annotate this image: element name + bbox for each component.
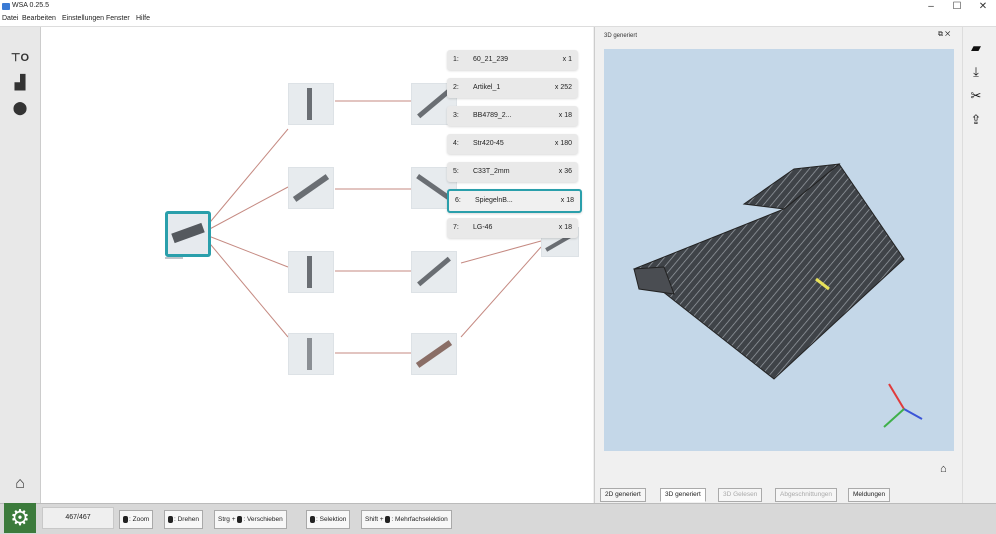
app-icon: [2, 3, 10, 10]
article-count: x 252: [554, 84, 572, 91]
article-row[interactable]: 1: 60_21_239 x 1: [447, 50, 578, 70]
hint-drehen: : Drehen: [164, 510, 203, 529]
article-name: Artikel_1: [473, 84, 501, 91]
article-count: x 180: [554, 140, 572, 147]
download-icon[interactable]: ⤓: [966, 64, 986, 82]
hint-selektion-text: : Selektion: [316, 516, 347, 523]
article-index: 1:: [453, 56, 459, 63]
hint-selektion: : Selektion: [306, 510, 351, 529]
hint-verschieben-text: : Verschieben: [243, 516, 283, 523]
app-title: WSA 0.25.5: [12, 2, 49, 9]
3d-viewport[interactable]: [604, 49, 954, 451]
viewport-home-icon[interactable]: ⌂: [940, 463, 947, 475]
article-name: BB4789_2...: [473, 112, 512, 119]
article-name: SpiegelnB...: [475, 197, 513, 204]
hint-verschieben: Strg + : Verschieben: [214, 510, 287, 529]
item-counter: 467/467: [42, 507, 114, 529]
article-name: Str420-45: [473, 140, 504, 147]
root-node-caption: [165, 257, 183, 259]
root-node[interactable]: [165, 211, 211, 257]
tab-3d-generiert[interactable]: 3D generiert: [660, 488, 706, 502]
panel-3d-window-controls[interactable]: ⧉ ✕: [938, 31, 950, 39]
article-name: 60_21_239: [473, 56, 509, 63]
folder-icon[interactable]: ▰: [966, 40, 986, 58]
menu-bearbeiten[interactable]: Bearbeiten: [22, 15, 56, 22]
part-node-3a[interactable]: [288, 251, 334, 293]
article-count: x 18: [558, 224, 572, 231]
hint-mehrfach-text: : Mehrfachselektion: [391, 516, 448, 523]
tree-layout-icon[interactable]: ⊤O: [10, 47, 30, 67]
home-icon[interactable]: ⌂: [10, 474, 30, 494]
hint-zoom: : Zoom: [119, 510, 154, 529]
article-index: 7:: [453, 224, 459, 231]
hint-mehrfachselektion: Shift + : Mehrfachselektion: [361, 510, 452, 529]
hint-zoom-text: : Zoom: [129, 516, 150, 523]
part-node-1a[interactable]: [288, 83, 334, 125]
menu-fenster[interactable]: Fenster: [106, 15, 130, 22]
minimize-button[interactable]: –: [918, 0, 944, 14]
mouse-icon: [310, 515, 315, 523]
article-row[interactable]: 5: C33T_2mm x 36: [447, 162, 578, 182]
part-node-3b[interactable]: [411, 251, 457, 293]
article-name: C33T_2mm: [473, 168, 510, 175]
mouse-icon: [385, 515, 391, 523]
export-icon[interactable]: ⇪: [966, 112, 986, 130]
article-row[interactable]: 3: BB4789_2... x 18: [447, 106, 578, 126]
hint-mehrfach-prefix: Shift +: [365, 516, 386, 523]
article-count: x 18: [560, 197, 574, 204]
menu-datei[interactable]: Datei: [2, 15, 18, 22]
article-count: x 18: [558, 112, 572, 119]
tab-3d-gelesen[interactable]: 3D Gelesen: [718, 488, 763, 502]
article-count: x 1: [562, 56, 572, 63]
tab-abgeschnittungen[interactable]: Abgeschnittungen: [775, 488, 838, 502]
close-button[interactable]: ✕: [970, 0, 996, 14]
layer-icon[interactable]: ▟: [10, 72, 30, 92]
article-row[interactable]: 2: Artikel_1 x 252: [447, 78, 578, 98]
article-name: LG-46: [473, 224, 493, 231]
hint-drehen-text: : Drehen: [174, 516, 199, 523]
maximize-button[interactable]: ☐: [944, 0, 970, 14]
nest-badge-icon[interactable]: ⬤: [10, 98, 30, 118]
axis-gizmo: [883, 383, 923, 428]
menu-hilfe[interactable]: Hilfe: [136, 15, 150, 22]
article-row-selected[interactable]: 6: SpiegelnB... x 18: [447, 189, 582, 213]
menu-einstellungen[interactable]: Einstellungen: [62, 15, 104, 22]
article-index: 5:: [453, 168, 459, 175]
article-index: 3:: [453, 112, 459, 119]
article-index: 6:: [455, 197, 461, 204]
article-index: 2:: [453, 84, 459, 91]
menu-bar: Datei Bearbeiten Einstellungen Fenster H…: [0, 14, 996, 27]
title-bar: [0, 0, 996, 14]
part-node-4a[interactable]: [288, 333, 334, 375]
mouse-icon: [168, 515, 173, 523]
hint-verschieben-prefix: Strg +: [218, 516, 238, 523]
tools-icon[interactable]: ✂: [966, 88, 986, 106]
part-node-4b[interactable]: [411, 333, 457, 375]
mouse-icon: [237, 515, 243, 523]
article-row[interactable]: 4: Str420-45 x 180: [447, 134, 578, 154]
tab-2d-generiert[interactable]: 2D generiert: [600, 488, 646, 502]
part-node-2a[interactable]: [288, 167, 334, 209]
mouse-icon: [123, 515, 128, 523]
article-index: 4:: [453, 140, 459, 147]
nested-parts-render: [633, 163, 923, 428]
settings-gear-icon[interactable]: ⚙: [4, 503, 36, 533]
nesting-canvas[interactable]: [41, 27, 593, 503]
panel-3d-title: 3D generiert: [604, 33, 638, 39]
article-count: x 36: [558, 168, 572, 175]
tab-meldungen[interactable]: Meldungen: [848, 488, 891, 502]
article-row[interactable]: 7: LG-46 x 18: [447, 218, 578, 238]
